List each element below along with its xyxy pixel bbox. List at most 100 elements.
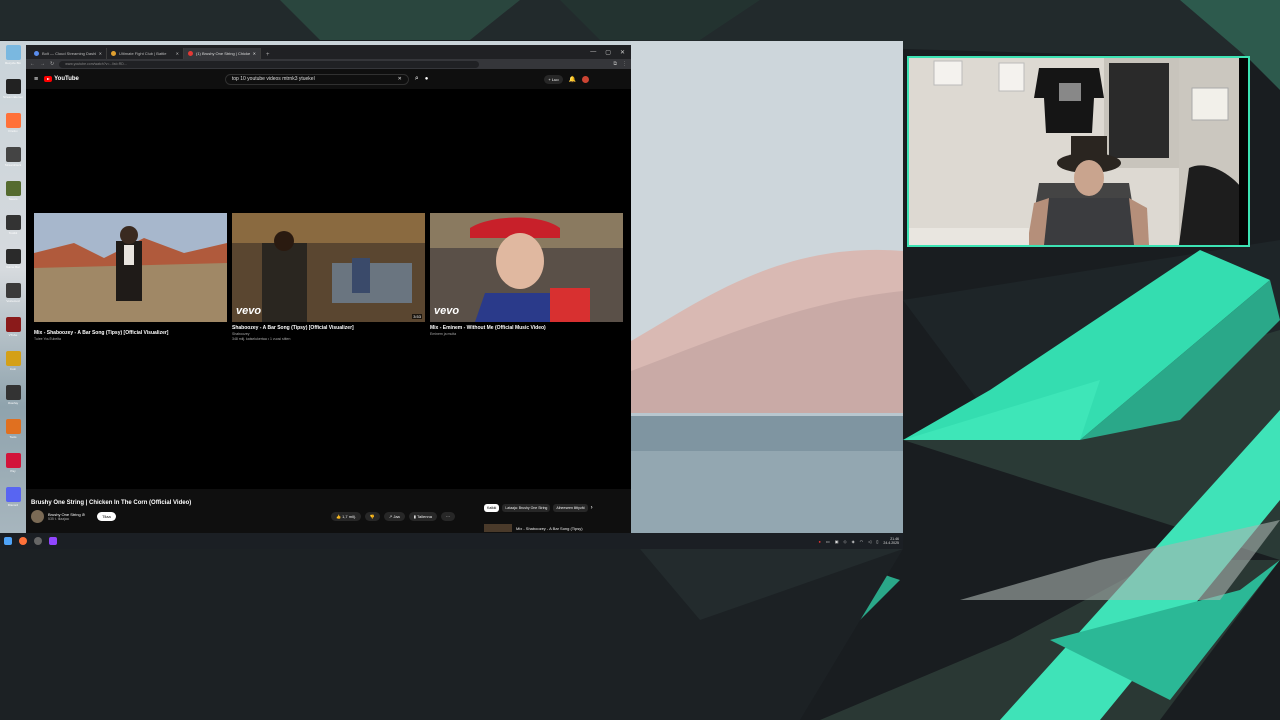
tray-app-icon[interactable]: ▭ — [826, 539, 830, 544]
menu-icon[interactable]: ⋮ — [622, 61, 627, 67]
close-tab-icon[interactable]: ✕ — [253, 51, 256, 56]
channel-avatar[interactable] — [31, 510, 44, 523]
desktop-icon-label: Overlay — [7, 401, 19, 405]
maximize-button[interactable]: ▢ — [605, 49, 611, 56]
address-bar-row: ← → ↻ www.youtube.com/watch?v=...list=RD… — [26, 59, 631, 69]
forward-icon[interactable]: → — [40, 61, 45, 67]
close-tab-icon[interactable]: ✕ — [176, 51, 179, 56]
youtube-play-icon — [44, 76, 53, 82]
browser-window: Bolt — Cloud Streaming Dashboard✕ Ultima… — [26, 45, 631, 533]
next-up-item[interactable]: Mix - Shaboozey - A Bar Song (Tipsy) — [484, 524, 583, 532]
vevo-logo: vevo — [434, 305, 460, 317]
desktop-icon[interactable]: Firefox — [3, 113, 23, 143]
video-actions: 👍 1,7 milj. 👎 ↗ Jaa ▮ Tallenna ⋯ — [331, 512, 455, 521]
microphone-icon[interactable]: ● — [425, 76, 429, 82]
endscreen-card-1[interactable]: Mix - Shaboozey - A Bar Song (Tipsy) [Of… — [34, 213, 227, 341]
desktop-icon[interactable]: StreamDeck — [3, 147, 23, 177]
reload-icon[interactable]: ↻ — [50, 61, 54, 67]
desktop-icon[interactable]: Voicemod — [3, 283, 23, 313]
back-icon[interactable]: ← — [30, 61, 35, 67]
chip-related[interactable]: Aiheeseen liittyvät — [553, 504, 588, 512]
like-button[interactable]: 👍 1,7 milj. — [331, 512, 361, 521]
desktop-icon-label: Toolkit — [8, 231, 18, 235]
battery-icon[interactable]: ▯ — [876, 539, 878, 544]
hamburger-menu-icon[interactable]: ≡ — [34, 76, 38, 83]
desktop-icon[interactable]: Stream Elements — [3, 79, 23, 109]
close-window-button[interactable]: ✕ — [620, 49, 625, 56]
settings-taskbar-icon[interactable] — [34, 537, 42, 545]
notifications-icon[interactable]: 🔔 — [569, 76, 576, 83]
tray-app-icon[interactable]: ◇ — [843, 539, 846, 544]
search-icon[interactable]: ⌕ — [415, 75, 419, 83]
desktop-icon-label: Steam — [8, 197, 18, 201]
endscreen-card-3[interactable]: vevo Mix - Eminem - Without Me (Official… — [430, 213, 623, 336]
url-field[interactable]: www.youtube.com/watch?v=...list=RD... — [59, 60, 480, 68]
youtube-logo[interactable]: YouTube — [44, 76, 79, 82]
tray-app-icon[interactable]: ◈ — [852, 539, 855, 544]
more-actions-button[interactable]: ⋯ — [440, 512, 455, 521]
clear-search-icon[interactable]: ✕ — [398, 76, 402, 82]
app-icon — [5, 79, 21, 94]
network-icon[interactable]: ◠ — [860, 539, 864, 544]
app-icon — [5, 351, 21, 366]
desktop-icon[interactable]: Steam — [3, 181, 23, 211]
webcam-image — [909, 58, 1248, 245]
app-icon — [5, 113, 21, 128]
webcam-edge — [1239, 58, 1248, 245]
system-tray: ● ▭ ▣ ◇ ◈ ◠ ◁ ▯ 21.46 24.4.2025 — [819, 537, 900, 545]
video-player[interactable]: Mix - Shaboozey - A Bar Song (Tipsy) [Of… — [26, 89, 631, 489]
taskbar: ● ▭ ▣ ◇ ◈ ◠ ◁ ▯ 21.46 24.4.2025 — [0, 533, 903, 549]
dislike-button[interactable]: 👎 — [364, 512, 380, 521]
browser-tab-3[interactable]: (1) Brushy One String | Chicken ✕ — [184, 48, 261, 59]
chip-all[interactable]: Kaikki — [484, 504, 500, 512]
browser-tab-2[interactable]: Ultimate Fight Club | Battle ✕ — [107, 48, 184, 59]
minimize-button[interactable]: — — [590, 49, 596, 56]
chevron-right-icon[interactable]: › — [591, 505, 593, 511]
card-title: Shaboozey - A Bar Song (Tipsy) [Official… — [232, 325, 354, 331]
next-up-thumbnail — [484, 524, 512, 532]
app-icon — [5, 453, 21, 468]
desktop-icon-label: Firefox — [8, 129, 18, 133]
browser-tab-1[interactable]: Bolt — Cloud Streaming Dashboard✕ — [30, 48, 107, 59]
desktop-icon[interactable]: Recycle Bin — [3, 45, 23, 75]
search-input[interactable]: top 10 youtube videos mtrnk3 ytuekel ✕ — [224, 73, 409, 85]
desktop-icon[interactable]: VTube — [3, 317, 23, 347]
desktop-icon-label: Coin — [9, 367, 17, 371]
start-icon[interactable] — [4, 537, 12, 545]
chip-uploader[interactable]: Lataaja: Brushy One String — [502, 504, 551, 512]
desktop-icon-label: Tools — [9, 435, 17, 439]
desktop-icon-label: StreamDeck — [4, 163, 22, 167]
endscreen-card-2[interactable]: vevo 3:53 Shaboozey - A Bar Song (Tipsy)… — [232, 213, 425, 341]
volume-icon[interactable]: ◁ — [868, 539, 871, 544]
share-button[interactable]: ↗ Jaa — [383, 512, 405, 521]
save-button[interactable]: ▮ Tallenna — [408, 512, 437, 521]
tray-app-icon[interactable]: ▣ — [835, 539, 839, 544]
desktop-icon[interactable]: Overlay — [3, 385, 23, 415]
desktop-icon[interactable]: Game Bar — [3, 249, 23, 279]
desktop-icon[interactable]: Toolkit — [3, 215, 23, 245]
app-icon — [5, 487, 21, 502]
card-title: Mix - Shaboozey - A Bar Song (Tipsy) [Of… — [34, 330, 169, 336]
firefox-taskbar-icon[interactable] — [19, 537, 27, 545]
desktop-icon[interactable]: Coin — [3, 351, 23, 381]
record-icon[interactable]: ● — [819, 539, 821, 544]
desktop-icon[interactable]: Pay — [3, 453, 23, 483]
desktop-icon[interactable]: Discord — [3, 487, 23, 517]
video-title: Brushy One String | Chicken In The Corn … — [31, 500, 192, 506]
desktop-icon-label: Discord — [7, 503, 19, 507]
account-avatar[interactable] — [582, 75, 590, 83]
desktop-icon[interactable]: Tools — [3, 419, 23, 449]
new-tab-button[interactable]: + — [261, 52, 275, 59]
subscribe-button[interactable]: Tilaa — [97, 512, 116, 521]
create-button[interactable]: + Luo — [544, 74, 563, 84]
webcam-feed — [907, 56, 1250, 247]
twitch-taskbar-icon[interactable] — [49, 537, 57, 545]
app-icon — [5, 283, 21, 298]
close-tab-icon[interactable]: ✕ — [99, 51, 102, 56]
duration-badge: 3:53 — [412, 314, 422, 319]
app-icon — [5, 181, 21, 196]
clock[interactable]: 21.46 24.4.2025 — [883, 537, 899, 545]
card-subtitle: Tulee YouTubelta — [34, 337, 61, 341]
extensions-icon[interactable]: ⧉ — [613, 61, 617, 67]
app-icon — [5, 385, 21, 400]
